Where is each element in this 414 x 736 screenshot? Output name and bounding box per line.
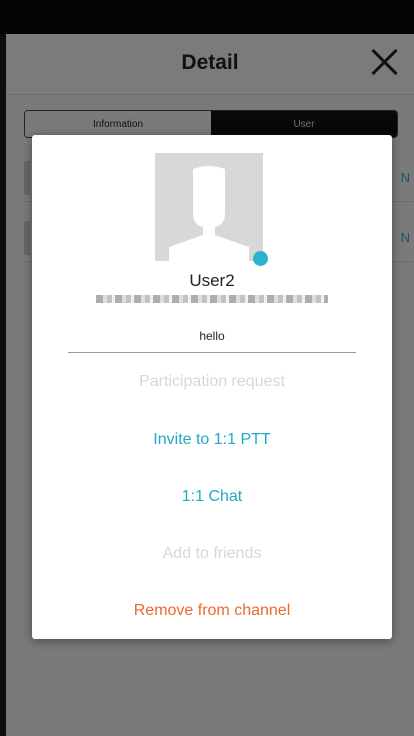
user-silhouette-icon	[169, 166, 249, 261]
avatar	[155, 153, 263, 261]
user-dialog: User2 hello Participation request Invite…	[32, 135, 392, 639]
chat-button[interactable]: 1:1 Chat	[32, 477, 392, 517]
remove-from-channel-button[interactable]: Remove from channel	[32, 591, 392, 631]
invite-ptt-button[interactable]: Invite to 1:1 PTT	[32, 420, 392, 460]
status-message: hello	[199, 329, 225, 343]
username: User2	[189, 271, 235, 290]
divider	[68, 352, 356, 353]
add-friend-button[interactable]: Add to friends	[32, 534, 392, 574]
blurred-user-id	[96, 295, 328, 303]
participation-request-button[interactable]: Participation request	[32, 362, 392, 402]
online-status-dot	[253, 251, 268, 266]
